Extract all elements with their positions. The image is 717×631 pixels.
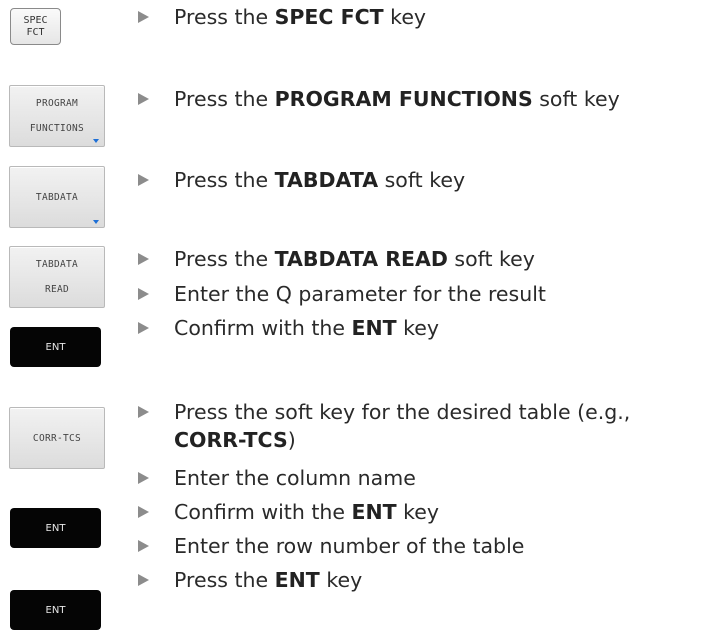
triangle-right-icon — [138, 406, 149, 418]
corr-tcs-softkey-label: CORR-TCS — [32, 432, 82, 444]
step-item: Enter the row number of the table — [138, 532, 524, 560]
triangle-right-icon — [138, 506, 149, 518]
triangle-right-icon — [138, 288, 149, 300]
ent-key[interactable]: ENT — [10, 327, 101, 367]
ent-key[interactable]: ENT — [10, 508, 101, 548]
chevron-down-icon — [93, 220, 99, 224]
step-item: Confirm with the ENT key — [138, 498, 439, 526]
triangle-right-icon — [138, 11, 149, 23]
step-item: Press the SPEC FCT key — [138, 3, 426, 31]
triangle-right-icon — [138, 322, 149, 334]
program-functions-softkey[interactable]: PROGRAM FUNCTIONS — [9, 85, 105, 147]
step-item: Enter the Q parameter for the result — [138, 280, 546, 308]
triangle-right-icon — [138, 253, 149, 265]
step-item: Press the TABDATA soft key — [138, 166, 465, 194]
spec-fct-key-label: SPEC FCT — [23, 14, 48, 38]
step-item: Press the soft key for the desired table… — [138, 398, 694, 454]
spec-fct-key[interactable]: SPEC FCT — [10, 8, 61, 45]
triangle-right-icon — [138, 574, 149, 586]
step-item: Enter the column name — [138, 464, 416, 492]
triangle-right-icon — [138, 174, 149, 186]
step-item: Confirm with the ENT key — [138, 314, 439, 342]
tabdata-softkey[interactable]: TABDATA — [9, 166, 105, 228]
ent-key-label: ENT — [45, 604, 66, 616]
triangle-right-icon — [138, 472, 149, 484]
tabdata-read-softkey[interactable]: TABDATA READ — [9, 246, 105, 308]
tabdata-read-softkey-label: TABDATA READ — [35, 259, 79, 295]
triangle-right-icon — [138, 540, 149, 552]
triangle-right-icon — [138, 93, 149, 105]
tabdata-softkey-label: TABDATA — [35, 191, 79, 203]
step-item: Press the TABDATA READ soft key — [138, 245, 535, 273]
ent-key-label: ENT — [45, 341, 66, 353]
corr-tcs-softkey[interactable]: CORR-TCS — [9, 407, 105, 469]
step-item: Press the PROGRAM FUNCTIONS soft key — [138, 85, 620, 113]
chevron-down-icon — [93, 139, 99, 143]
step-item: Press the ENT key — [138, 566, 362, 594]
ent-key-label: ENT — [45, 522, 66, 534]
ent-key[interactable]: ENT — [10, 590, 101, 630]
program-functions-softkey-label: PROGRAM FUNCTIONS — [29, 98, 85, 134]
